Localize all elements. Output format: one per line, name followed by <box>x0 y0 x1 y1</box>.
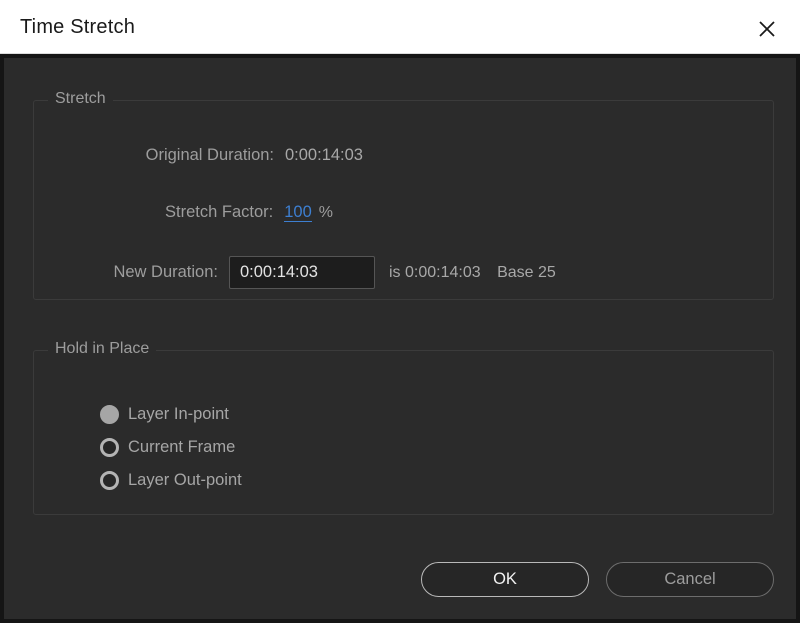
new-duration-row: New Duration: is 0:00:14:03 Base 25 <box>33 256 556 289</box>
dialog-titlebar: Time Stretch <box>0 0 800 54</box>
radio-current-frame[interactable]: Current Frame <box>100 438 235 457</box>
new-duration-input[interactable] <box>229 256 375 289</box>
stretch-group-legend: Stretch <box>48 90 113 108</box>
new-duration-is-text: is 0:00:14:03 <box>389 263 481 281</box>
radio-unselected-icon <box>100 471 119 490</box>
hold-in-place-group: Hold in Place Layer In-point Current Fra… <box>33 340 774 515</box>
dialog-title: Time Stretch <box>20 16 136 38</box>
new-duration-base-text: Base 25 <box>497 263 556 281</box>
original-duration-row: Original Duration: 0:00:14:03 <box>33 146 363 165</box>
new-duration-label: New Duration: <box>113 263 218 281</box>
radio-layer-in-point-label: Layer In-point <box>128 405 229 423</box>
radio-unselected-icon <box>100 438 119 457</box>
stretch-factor-value[interactable]: 100 <box>284 203 312 223</box>
hold-in-place-legend: Hold in Place <box>48 340 157 358</box>
cancel-button[interactable]: Cancel <box>606 562 774 597</box>
time-stretch-dialog: Time Stretch Stretch Original Duration: … <box>0 0 800 623</box>
radio-current-frame-label: Current Frame <box>128 438 236 456</box>
ok-button[interactable]: OK <box>421 562 589 597</box>
radio-layer-in-point[interactable]: Layer In-point <box>100 405 229 424</box>
radio-layer-out-point[interactable]: Layer Out-point <box>100 471 242 490</box>
radio-selected-icon <box>100 405 119 424</box>
radio-layer-out-point-label: Layer Out-point <box>128 471 242 489</box>
stretch-factor-row: Stretch Factor: 100 % <box>33 203 333 223</box>
stretch-factor-label: Stretch Factor: <box>165 203 274 222</box>
new-duration-suffix: is 0:00:14:03 Base 25 <box>389 264 556 282</box>
close-button[interactable] <box>752 14 782 44</box>
original-duration-value: 0:00:14:03 <box>285 146 363 164</box>
original-duration-label: Original Duration: <box>145 146 274 164</box>
stretch-factor-unit: % <box>318 203 333 221</box>
dialog-body: Stretch Original Duration: 0:00:14:03 St… <box>0 54 800 623</box>
dialog-body-inner: Stretch Original Duration: 0:00:14:03 St… <box>4 58 796 619</box>
close-icon <box>757 19 777 39</box>
